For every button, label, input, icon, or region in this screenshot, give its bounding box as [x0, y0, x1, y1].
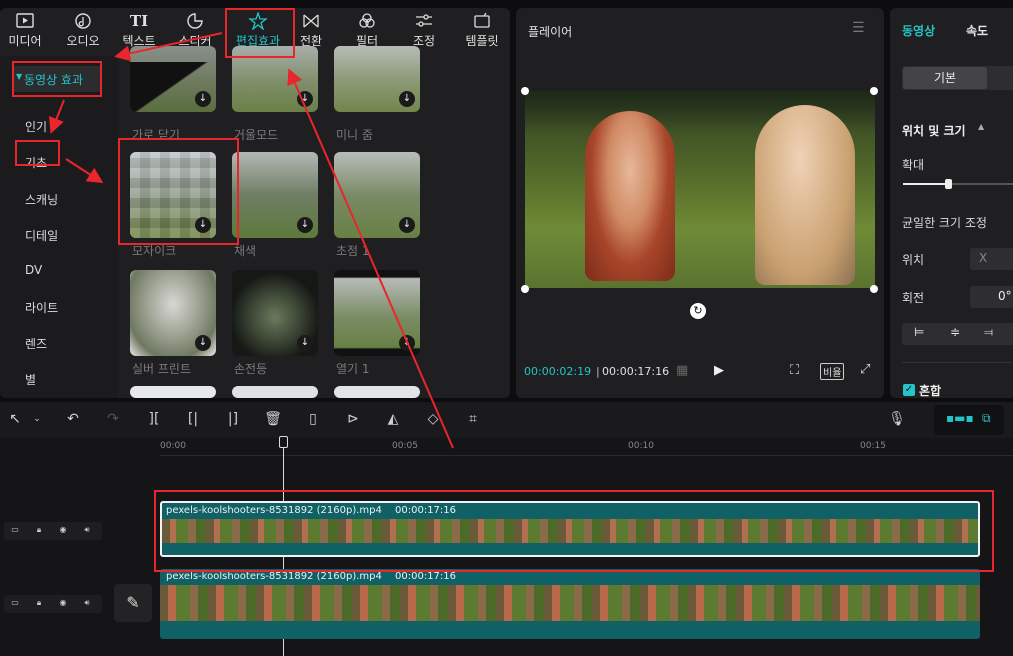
- annotation-arrows: [49, 32, 454, 449]
